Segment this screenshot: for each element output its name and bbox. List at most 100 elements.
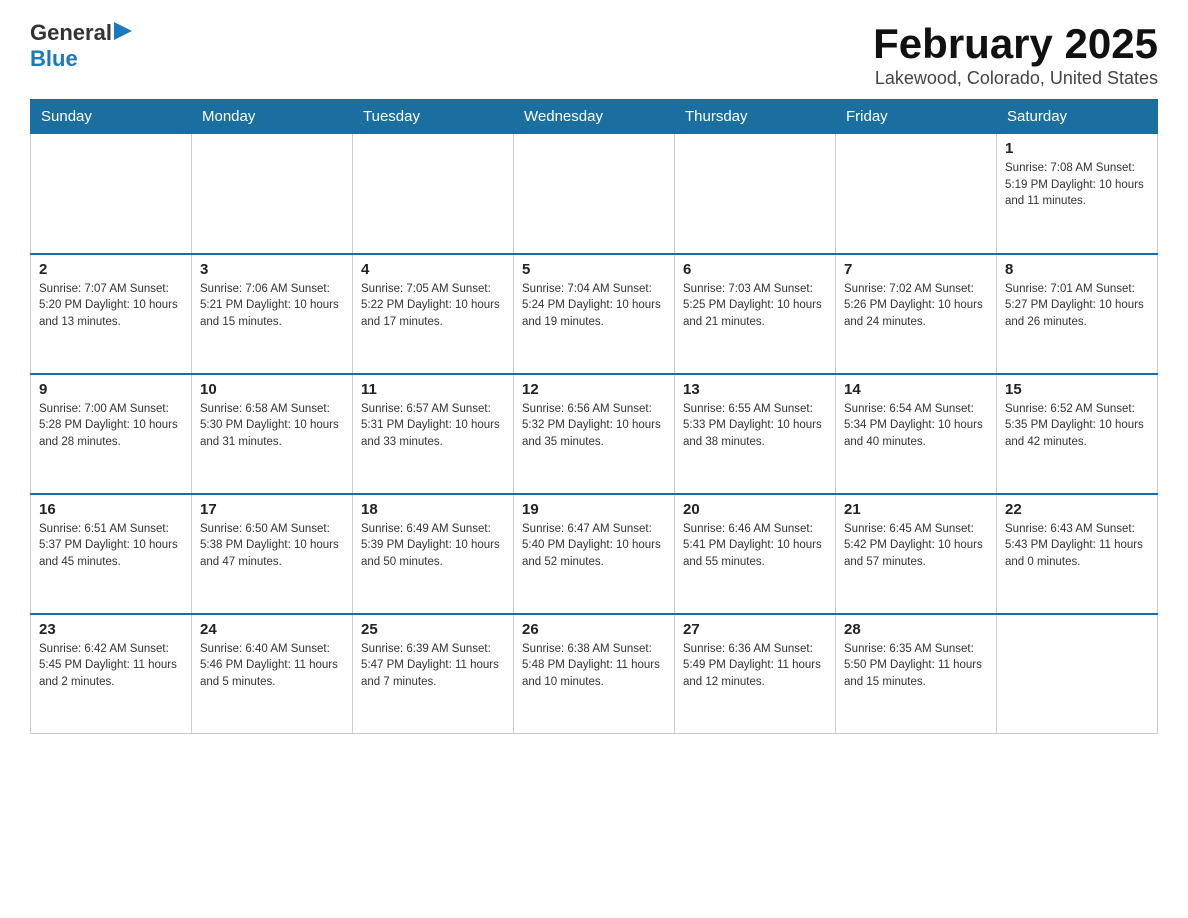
- calendar-cell: [31, 134, 192, 254]
- day-info: Sunrise: 6:43 AM Sunset: 5:43 PM Dayligh…: [1005, 521, 1149, 571]
- day-info: Sunrise: 7:02 AM Sunset: 5:26 PM Dayligh…: [844, 281, 988, 331]
- calendar-week-row: 1 Sunrise: 7:08 AM Sunset: 5:19 PM Daylig…: [31, 134, 1158, 254]
- calendar-table: SundayMondayTuesdayWednesdayThursdayFrid…: [30, 99, 1158, 734]
- calendar-cell: [514, 134, 675, 254]
- day-number: 21: [844, 501, 988, 518]
- calendar-cell: 3 Sunrise: 7:06 AM Sunset: 5:21 PM Daylig…: [192, 254, 353, 374]
- calendar-header-tuesday: Tuesday: [353, 100, 514, 134]
- day-info: Sunrise: 7:06 AM Sunset: 5:21 PM Dayligh…: [200, 281, 344, 331]
- calendar-cell: 5 Sunrise: 7:04 AM Sunset: 5:24 PM Daylig…: [514, 254, 675, 374]
- day-number: 19: [522, 501, 666, 518]
- calendar-cell: [353, 134, 514, 254]
- day-number: 11: [361, 381, 505, 398]
- calendar-week-row: 23Sunrise: 6:42 AM Sunset: 5:45 PM Dayli…: [31, 614, 1158, 734]
- day-number: 5: [522, 261, 666, 278]
- day-info: Sunrise: 6:51 AM Sunset: 5:37 PM Dayligh…: [39, 521, 183, 571]
- calendar-week-row: 2 Sunrise: 7:07 AM Sunset: 5:20 PM Daylig…: [31, 254, 1158, 374]
- day-number: 10: [200, 381, 344, 398]
- day-info: Sunrise: 6:42 AM Sunset: 5:45 PM Dayligh…: [39, 641, 183, 691]
- calendar-header-sunday: Sunday: [31, 100, 192, 134]
- calendar-cell: 27 Sunrise: 6:36 AM Sunset: 5:49 PM Dayli…: [675, 614, 836, 734]
- calendar-header-monday: Monday: [192, 100, 353, 134]
- calendar-cell: 6 Sunrise: 7:03 AM Sunset: 5:25 PM Daylig…: [675, 254, 836, 374]
- calendar-header-row: SundayMondayTuesdayWednesdayThursdayFrid…: [31, 100, 1158, 134]
- day-info: Sunrise: 6:35 AM Sunset: 5:50 PM Dayligh…: [844, 641, 988, 691]
- calendar-cell: [192, 134, 353, 254]
- day-number: 20: [683, 501, 827, 518]
- day-number: 28: [844, 621, 988, 638]
- day-info: Sunrise: 7:08 AM Sunset: 5:19 PM Dayligh…: [1005, 160, 1149, 210]
- calendar-cell: 16 Sunrise: 6:51 AM Sunset: 5:37 PM Dayli…: [31, 494, 192, 614]
- calendar-cell: 22 Sunrise: 6:43 AM Sunset: 5:43 PM Dayli…: [997, 494, 1158, 614]
- day-number: 15: [1005, 381, 1149, 398]
- calendar-cell: 24 Sunrise: 6:40 AM Sunset: 5:46 PM Dayli…: [192, 614, 353, 734]
- logo-general: General: [30, 20, 112, 46]
- calendar-cell: 26Sunrise: 6:38 AM Sunset: 5:48 PM Dayli…: [514, 614, 675, 734]
- day-number: 16: [39, 501, 183, 518]
- calendar-cell: 7 Sunrise: 7:02 AM Sunset: 5:26 PM Daylig…: [836, 254, 997, 374]
- calendar-cell: 15 Sunrise: 6:52 AM Sunset: 5:35 PM Dayli…: [997, 374, 1158, 494]
- day-number: 22: [1005, 501, 1149, 518]
- calendar-cell: 11Sunrise: 6:57 AM Sunset: 5:31 PM Dayli…: [353, 374, 514, 494]
- day-number: 6: [683, 261, 827, 278]
- calendar-cell: 10Sunrise: 6:58 AM Sunset: 5:30 PM Dayli…: [192, 374, 353, 494]
- day-info: Sunrise: 6:54 AM Sunset: 5:34 PM Dayligh…: [844, 401, 988, 451]
- day-number: 24: [200, 621, 344, 638]
- calendar-cell: 4Sunrise: 7:05 AM Sunset: 5:22 PM Daylig…: [353, 254, 514, 374]
- calendar-cell: 28 Sunrise: 6:35 AM Sunset: 5:50 PM Dayli…: [836, 614, 997, 734]
- calendar-cell: 19 Sunrise: 6:47 AM Sunset: 5:40 PM Dayli…: [514, 494, 675, 614]
- calendar-cell: 21Sunrise: 6:45 AM Sunset: 5:42 PM Dayli…: [836, 494, 997, 614]
- day-number: 3: [200, 261, 344, 278]
- calendar-cell: 18 Sunrise: 6:49 AM Sunset: 5:39 PM Dayli…: [353, 494, 514, 614]
- day-info: Sunrise: 6:38 AM Sunset: 5:48 PM Dayligh…: [522, 641, 666, 691]
- calendar-cell: 9 Sunrise: 7:00 AM Sunset: 5:28 PM Daylig…: [31, 374, 192, 494]
- title-block: February 2025 Lakewood, Colorado, United…: [873, 20, 1158, 89]
- day-info: Sunrise: 6:36 AM Sunset: 5:49 PM Dayligh…: [683, 641, 827, 691]
- day-number: 9: [39, 381, 183, 398]
- calendar-cell: 13Sunrise: 6:55 AM Sunset: 5:33 PM Dayli…: [675, 374, 836, 494]
- calendar-week-row: 9 Sunrise: 7:00 AM Sunset: 5:28 PM Daylig…: [31, 374, 1158, 494]
- calendar-cell: [675, 134, 836, 254]
- calendar-cell: 8 Sunrise: 7:01 AM Sunset: 5:27 PM Daylig…: [997, 254, 1158, 374]
- day-info: Sunrise: 7:07 AM Sunset: 5:20 PM Dayligh…: [39, 281, 183, 331]
- day-number: 12: [522, 381, 666, 398]
- calendar-cell: [997, 614, 1158, 734]
- calendar-header-saturday: Saturday: [997, 100, 1158, 134]
- page-header: General Blue February 2025 Lakewood, Col…: [30, 20, 1158, 89]
- day-info: Sunrise: 7:00 AM Sunset: 5:28 PM Dayligh…: [39, 401, 183, 451]
- day-info: Sunrise: 7:03 AM Sunset: 5:25 PM Dayligh…: [683, 281, 827, 331]
- logo-arrow-icon: [114, 22, 132, 40]
- calendar-cell: 17Sunrise: 6:50 AM Sunset: 5:38 PM Dayli…: [192, 494, 353, 614]
- day-info: Sunrise: 6:49 AM Sunset: 5:39 PM Dayligh…: [361, 521, 505, 571]
- day-info: Sunrise: 6:47 AM Sunset: 5:40 PM Dayligh…: [522, 521, 666, 571]
- logo: General Blue: [30, 20, 132, 72]
- day-number: 18: [361, 501, 505, 518]
- calendar-cell: 25 Sunrise: 6:39 AM Sunset: 5:47 PM Dayli…: [353, 614, 514, 734]
- day-info: Sunrise: 6:39 AM Sunset: 5:47 PM Dayligh…: [361, 641, 505, 691]
- day-number: 7: [844, 261, 988, 278]
- day-info: Sunrise: 6:50 AM Sunset: 5:38 PM Dayligh…: [200, 521, 344, 571]
- page-title: February 2025: [873, 20, 1158, 68]
- day-info: Sunrise: 7:01 AM Sunset: 5:27 PM Dayligh…: [1005, 281, 1149, 331]
- day-number: 25: [361, 621, 505, 638]
- calendar-cell: 1 Sunrise: 7:08 AM Sunset: 5:19 PM Daylig…: [997, 134, 1158, 254]
- day-number: 14: [844, 381, 988, 398]
- day-number: 2: [39, 261, 183, 278]
- day-info: Sunrise: 6:55 AM Sunset: 5:33 PM Dayligh…: [683, 401, 827, 451]
- calendar-cell: 14 Sunrise: 6:54 AM Sunset: 5:34 PM Dayli…: [836, 374, 997, 494]
- logo-blue: Blue: [30, 46, 78, 71]
- day-info: Sunrise: 7:05 AM Sunset: 5:22 PM Dayligh…: [361, 281, 505, 331]
- calendar-cell: 2 Sunrise: 7:07 AM Sunset: 5:20 PM Daylig…: [31, 254, 192, 374]
- day-info: Sunrise: 6:40 AM Sunset: 5:46 PM Dayligh…: [200, 641, 344, 691]
- calendar-cell: 20Sunrise: 6:46 AM Sunset: 5:41 PM Dayli…: [675, 494, 836, 614]
- calendar-header-wednesday: Wednesday: [514, 100, 675, 134]
- calendar-cell: [836, 134, 997, 254]
- day-number: 1: [1005, 140, 1149, 157]
- day-info: Sunrise: 6:52 AM Sunset: 5:35 PM Dayligh…: [1005, 401, 1149, 451]
- calendar-cell: 23Sunrise: 6:42 AM Sunset: 5:45 PM Dayli…: [31, 614, 192, 734]
- day-number: 27: [683, 621, 827, 638]
- day-info: Sunrise: 7:04 AM Sunset: 5:24 PM Dayligh…: [522, 281, 666, 331]
- day-info: Sunrise: 6:56 AM Sunset: 5:32 PM Dayligh…: [522, 401, 666, 451]
- day-number: 8: [1005, 261, 1149, 278]
- page-subtitle: Lakewood, Colorado, United States: [873, 68, 1158, 89]
